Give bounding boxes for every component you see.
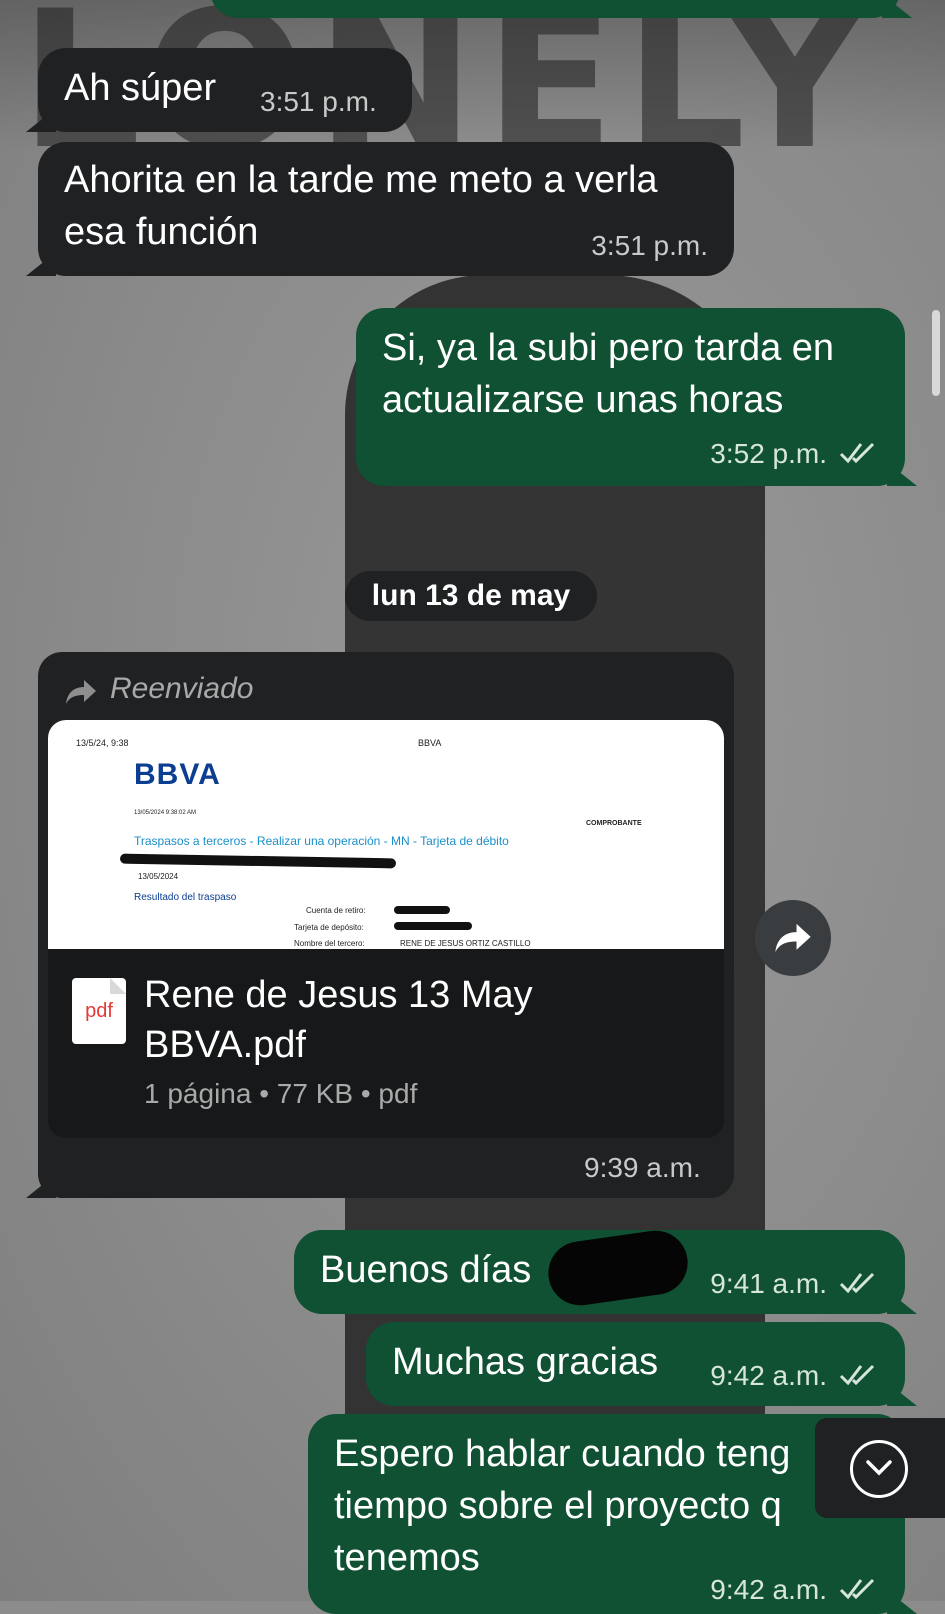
- message-time: 9:42 a.m.: [710, 1360, 827, 1391]
- pdf-file-icon: pdf: [72, 978, 126, 1044]
- preview-field1: Cuenta de retiro:: [306, 906, 366, 915]
- forward-share-button[interactable]: [755, 900, 831, 976]
- document-attachment[interactable]: 13/5/24, 9:38 BBVA BBVA 13/05/2024 9:38:…: [48, 720, 724, 1138]
- message-text: Espero hablar cuando teng tiempo sobre e…: [334, 1433, 791, 1579]
- message-bubble-outgoing-partial[interactable]: [210, 0, 900, 18]
- preview-field3-value: RENE DE JESUS ORTIZ CASTILLO: [400, 939, 531, 948]
- date-separator: lun 13 de may: [345, 571, 597, 621]
- double-check-icon: [839, 1364, 875, 1386]
- double-check-icon: [839, 1272, 875, 1294]
- message-time: 9:39 a.m.: [584, 1152, 701, 1183]
- file-meta: 1 página • 77 KB • pdf: [144, 1078, 418, 1109]
- redaction-scribble: [119, 853, 397, 869]
- message-bubble-incoming[interactable]: Ah súper 3:51 p.m.: [38, 48, 412, 132]
- message-time: 9:41 a.m.: [710, 1268, 827, 1299]
- double-check-icon: [839, 442, 875, 464]
- file-name: Rene de Jesus 13 May BBVA.pdf: [144, 974, 533, 1066]
- preview-date: 13/5/24, 9:38: [76, 738, 129, 748]
- preview-comprobante: COMPROBANTE: [586, 820, 642, 827]
- scrollbar-thumb[interactable]: [932, 310, 940, 396]
- preview-header: BBVA: [418, 738, 442, 748]
- chevron-down-circle-icon: [850, 1440, 908, 1498]
- bbva-logo: BBVA: [134, 758, 221, 791]
- message-text: Buenos días: [320, 1249, 532, 1291]
- redaction-scribble: [394, 922, 472, 930]
- message-time: 3:51 p.m.: [260, 86, 377, 117]
- pdf-icon-label: pdf: [85, 1000, 113, 1022]
- forward-arrow-icon: [66, 680, 96, 704]
- message-bubble-outgoing[interactable]: Muchas gracias 9:42 a.m.: [366, 1322, 905, 1406]
- message-time: 3:52 p.m.: [710, 438, 827, 469]
- preview-field3: Nombre del tercero:: [294, 939, 365, 948]
- message-bubble-incoming[interactable]: Ahorita en la tarde me meto a verla esa …: [38, 142, 734, 276]
- double-check-icon: [839, 1578, 875, 1600]
- preview-timestamp: 13/05/2024 9:38:02 AM: [134, 810, 197, 816]
- document-preview[interactable]: 13/5/24, 9:38 BBVA BBVA 13/05/2024 9:38:…: [48, 720, 724, 949]
- message-text: Muchas gracias: [392, 1341, 659, 1383]
- redaction-scribble: [394, 906, 450, 914]
- message-bubble-outgoing[interactable]: Si, ya la subi pero tarda en actualizars…: [356, 308, 905, 486]
- preview-result-title: Resultado del traspaso: [134, 892, 237, 903]
- preview-operation: Traspasos a terceros - Realizar una oper…: [134, 834, 509, 848]
- message-text: Si, ya la subi pero tarda en actualizars…: [382, 327, 835, 421]
- scroll-to-bottom-button[interactable]: [815, 1418, 945, 1518]
- forwarded-label: Reenviado: [110, 672, 254, 705]
- message-time: 9:42 a.m.: [710, 1574, 827, 1605]
- preview-field2: Tarjeta de depósito:: [294, 923, 364, 932]
- share-arrow-icon: [775, 923, 811, 953]
- preview-date2: 13/05/2024: [138, 872, 179, 881]
- message-time: 3:51 p.m.: [591, 230, 708, 261]
- message-text: Ah súper: [64, 67, 217, 109]
